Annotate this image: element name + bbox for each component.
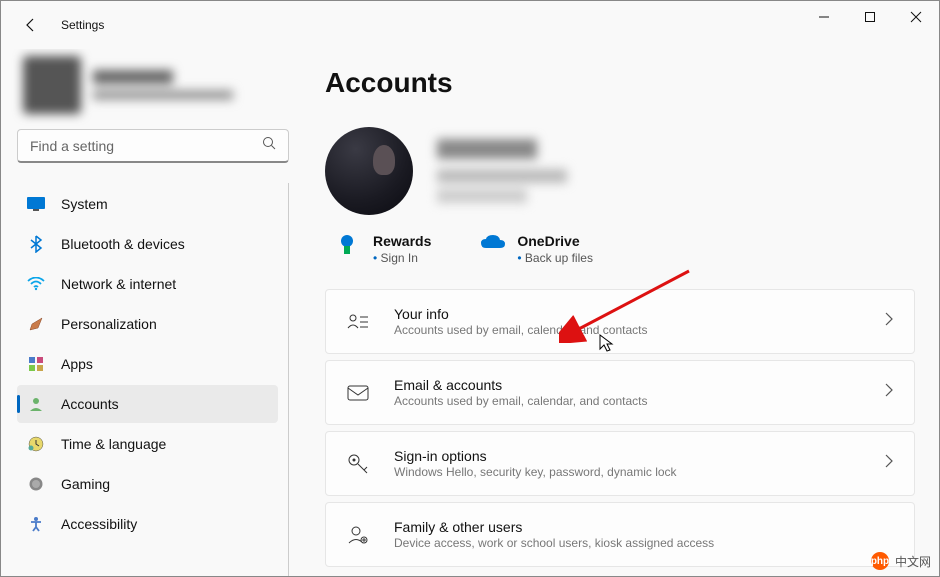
- sidebar-user-avatar: [23, 56, 81, 114]
- card-title: Email & accounts: [394, 377, 884, 393]
- chevron-right-icon: [884, 454, 894, 473]
- sidebar-item-network[interactable]: Network & internet: [17, 265, 278, 303]
- family-icon: [346, 523, 370, 547]
- tile-title: OneDrive: [517, 233, 593, 249]
- sidebar-item-label: Bluetooth & devices: [61, 236, 185, 252]
- page-title: Accounts: [325, 67, 915, 99]
- watermark: php 中文网: [871, 552, 931, 570]
- sidebar: Find a setting System Bluetooth & device…: [1, 49, 301, 576]
- clock-icon: [27, 435, 45, 453]
- app-title: Settings: [61, 18, 104, 32]
- sidebar-item-personalization[interactable]: Personalization: [17, 305, 278, 343]
- tile-title: Rewards: [373, 233, 431, 249]
- nav-list: System Bluetooth & devices Network & int…: [17, 183, 289, 576]
- profile-avatar[interactable]: [325, 127, 413, 215]
- accessibility-icon: [27, 515, 45, 533]
- sidebar-item-accessibility[interactable]: Accessibility: [17, 505, 278, 543]
- chevron-right-icon: [884, 312, 894, 331]
- tile-onedrive[interactable]: OneDrive Back up files: [479, 233, 593, 265]
- apps-icon: [27, 355, 45, 373]
- mail-icon: [346, 381, 370, 405]
- watermark-text: 中文网: [895, 553, 931, 570]
- tile-link[interactable]: Sign In: [373, 251, 431, 265]
- rewards-icon: [335, 233, 359, 257]
- card-your-info[interactable]: Your info Accounts used by email, calend…: [325, 289, 915, 354]
- sidebar-item-accounts[interactable]: Accounts: [17, 385, 278, 423]
- titlebar: Settings: [1, 1, 939, 49]
- card-title: Family & other users: [394, 519, 894, 535]
- card-family-users[interactable]: Family & other users Device access, work…: [325, 502, 915, 567]
- display-icon: [27, 195, 45, 213]
- card-desc: Device access, work or school users, kio…: [394, 536, 894, 550]
- sidebar-item-label: Network & internet: [61, 276, 176, 292]
- cloud-icon: [479, 233, 503, 257]
- search-icon: [262, 136, 276, 155]
- sidebar-item-label: Time & language: [61, 436, 166, 452]
- tile-link[interactable]: Back up files: [517, 251, 593, 265]
- sidebar-item-label: Personalization: [61, 316, 157, 332]
- sidebar-item-bluetooth[interactable]: Bluetooth & devices: [17, 225, 278, 263]
- person-icon: [27, 395, 45, 413]
- profile-name-block: [437, 139, 567, 203]
- sidebar-item-label: System: [61, 196, 108, 212]
- chevron-right-icon: [884, 383, 894, 402]
- status-tiles-row: Rewards Sign In OneDrive Back up files: [325, 233, 915, 265]
- sidebar-item-apps[interactable]: Apps: [17, 345, 278, 383]
- tile-rewards[interactable]: Rewards Sign In: [335, 233, 431, 265]
- sidebar-item-time[interactable]: Time & language: [17, 425, 278, 463]
- profile-section: [325, 127, 915, 215]
- brush-icon: [27, 315, 45, 333]
- card-desc: Accounts used by email, calendar, and co…: [394, 394, 884, 408]
- gamepad-icon: [27, 475, 45, 493]
- wifi-icon: [27, 275, 45, 293]
- sidebar-item-gaming[interactable]: Gaming: [17, 465, 278, 503]
- close-button[interactable]: [893, 1, 939, 33]
- card-email-accounts[interactable]: Email & accounts Accounts used by email,…: [325, 360, 915, 425]
- content-pane: Accounts Rewards Sign In OneDrive Back u…: [301, 49, 939, 576]
- window-controls: [801, 17, 939, 33]
- bluetooth-icon: [27, 235, 45, 253]
- sidebar-item-label: Gaming: [61, 476, 110, 492]
- card-desc: Windows Hello, security key, password, d…: [394, 465, 884, 479]
- sidebar-item-system[interactable]: System: [17, 185, 278, 223]
- sidebar-item-label: Accessibility: [61, 516, 137, 532]
- card-title: Sign-in options: [394, 448, 884, 464]
- back-button[interactable]: [19, 13, 43, 37]
- sidebar-item-label: Apps: [61, 356, 93, 372]
- sidebar-item-label: Accounts: [61, 396, 119, 412]
- sidebar-user-text: [93, 70, 233, 100]
- search-placeholder: Find a setting: [30, 138, 262, 154]
- key-icon: [346, 452, 370, 476]
- card-signin-options[interactable]: Sign-in options Windows Hello, security …: [325, 431, 915, 496]
- maximize-button[interactable]: [847, 1, 893, 33]
- your-info-icon: [346, 310, 370, 334]
- minimize-button[interactable]: [801, 1, 847, 33]
- search-input[interactable]: Find a setting: [17, 129, 289, 163]
- card-title: Your info: [394, 306, 884, 322]
- sidebar-user-block[interactable]: [17, 49, 289, 121]
- card-desc: Accounts used by email, calendar, and co…: [394, 323, 884, 337]
